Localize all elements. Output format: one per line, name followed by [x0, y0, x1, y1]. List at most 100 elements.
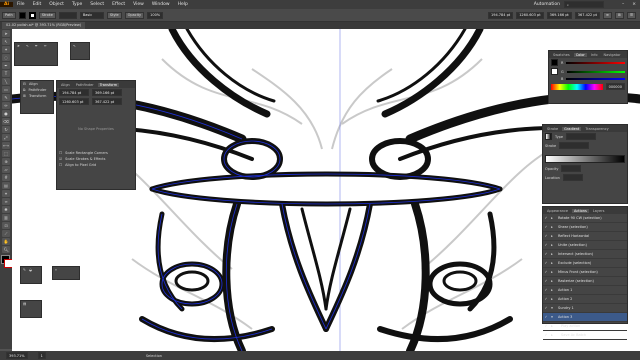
list-item[interactable]: ✓ ▾ Action 3	[543, 313, 627, 322]
list-item[interactable]: ✓ ▸ Minus Front (selection)	[543, 268, 627, 277]
line-tool-icon[interactable]: ╲	[2, 78, 10, 85]
transform-icon[interactable]: ⊞	[614, 11, 624, 19]
list-item[interactable]: ✓ ▸ Unite (selection)	[543, 241, 627, 250]
gradient-type-select[interactable]	[566, 133, 597, 140]
menu-file[interactable]: File	[13, 2, 29, 7]
tab-align[interactable]: Align	[59, 83, 72, 87]
selection-tool-icon[interactable]: ➤	[2, 30, 10, 37]
menu-help[interactable]: Help	[174, 2, 192, 7]
pencil-tool-icon[interactable]: ✏	[44, 44, 47, 48]
tab-stroke[interactable]: Stroke	[545, 127, 560, 131]
transform-y-field[interactable]: 1260.603 pt	[59, 98, 89, 105]
selection-tool-icon[interactable]: ➤	[17, 44, 20, 48]
pencil-tool-icon[interactable]: ✏	[2, 102, 10, 109]
list-item[interactable]: ✓ ▸ Shear (selection)	[543, 223, 627, 232]
checkbox-icon[interactable]: ☐	[59, 151, 62, 155]
tab-layers[interactable]: Layers	[591, 209, 607, 213]
tab-color[interactable]: Color	[573, 52, 587, 57]
stroke-weight-field[interactable]	[58, 11, 77, 19]
tab-swatches[interactable]: Swatches	[551, 53, 572, 57]
list-item[interactable]: ✓ ▸ Reflect Horizontal	[543, 232, 627, 241]
artboard-navigation[interactable]: 1	[37, 352, 46, 359]
checkbox-icon[interactable]: ☑	[59, 157, 62, 161]
search-input[interactable]: ⌕	[563, 1, 604, 8]
magic-wand-tool-icon[interactable]: ✦	[2, 46, 10, 53]
menu-icon[interactable]: ☰	[626, 11, 636, 19]
layers-icon[interactable]: ▤	[23, 302, 26, 306]
slice-tool-icon[interactable]: ⟋	[2, 230, 10, 237]
width-tool-icon[interactable]: ⟷	[2, 142, 10, 149]
tab-transparency[interactable]: Transparency	[583, 127, 610, 131]
menu-object[interactable]: Object	[45, 2, 68, 7]
direct-selection-tool-icon[interactable]: ↖	[2, 38, 10, 45]
menu-view[interactable]: View	[129, 2, 148, 7]
list-item[interactable]: ✓ ▸ Rotate 90 CW (selection)	[543, 214, 627, 223]
blue-slider[interactable]	[566, 78, 625, 80]
blob-icon[interactable]: ◒	[29, 268, 32, 272]
blob-brush-tool-icon[interactable]: ●	[2, 110, 10, 117]
eyedropper-icon[interactable]: ⌖	[55, 268, 57, 272]
red-slider[interactable]	[566, 61, 625, 64]
list-item[interactable]: ✓ ▸ Action 1	[543, 286, 627, 295]
type-tool-icon[interactable]: T	[2, 70, 10, 77]
tab-navigator[interactable]: Navigator	[602, 53, 623, 57]
option-pixel-grid[interactable]: ☐ Align to Pixel Grid	[57, 162, 135, 168]
fill-swatch[interactable]	[18, 11, 26, 19]
fill-color-icon[interactable]	[551, 59, 558, 66]
minimize-button[interactable]: –	[618, 2, 628, 7]
brush-icon[interactable]: ✎	[23, 268, 26, 272]
close-icon[interactable]: ×	[628, 2, 640, 7]
mesh-tool-icon[interactable]: #	[2, 174, 10, 181]
tab-actions[interactable]: Actions	[572, 208, 589, 213]
fill-stroke-widget[interactable]	[1, 255, 13, 268]
gradient-location-field[interactable]	[562, 174, 583, 181]
transform-w-field[interactable]: 369.166 pt	[92, 89, 122, 96]
shape-builder-tool-icon[interactable]: ⊕	[2, 158, 10, 165]
menu-edit[interactable]: Edit	[29, 2, 46, 7]
stroke-color-icon[interactable]	[551, 68, 558, 75]
list-item[interactable]: ✓ ▸ Action 2	[543, 295, 627, 304]
color-spectrum[interactable]	[551, 83, 603, 90]
perspective-tool-icon[interactable]: ▱	[2, 166, 10, 173]
transform-x-field[interactable]: 194.784 pt	[59, 89, 89, 96]
pen-tool-icon[interactable]: ✒	[35, 44, 38, 48]
gradient-slider[interactable]	[545, 155, 625, 163]
menu-effect[interactable]: Effect	[108, 2, 129, 7]
gradient-stroke-select[interactable]	[559, 142, 590, 149]
list-item[interactable]: ✓ ▸ Save Ac Batch	[543, 331, 627, 340]
h-field[interactable]: 367.422 pt	[574, 11, 600, 19]
opacity-field[interactable]: 100%	[147, 11, 164, 19]
gradient-tool-icon[interactable]: ▤	[2, 182, 10, 189]
graph-tool-icon[interactable]: ▥	[2, 214, 10, 221]
menu-select[interactable]: Select	[86, 2, 108, 7]
x-field[interactable]: 194.784 pt	[488, 11, 514, 19]
pen-tool-icon[interactable]: ✒	[2, 62, 10, 69]
document-tab[interactable]: 02-02 polish.ai* @ 393.71% (RGB/Preview)	[2, 22, 86, 29]
eraser-tool-icon[interactable]: ⌫	[2, 118, 10, 125]
brush-definition[interactable]: Basic	[79, 11, 104, 19]
tab-transform[interactable]: Transform	[97, 82, 120, 87]
align-icon[interactable]: ≡	[602, 11, 612, 19]
direct-selection-tool-icon[interactable]: ↖	[26, 44, 29, 48]
rectangle-tool-icon[interactable]: ▭	[2, 86, 10, 93]
direct-selection-tool-icon[interactable]: ↖	[73, 44, 76, 48]
tab-appearance[interactable]: Appearance	[545, 209, 570, 213]
zoom-tool-icon[interactable]: 🔍︎	[2, 246, 10, 253]
scale-tool-icon[interactable]: ⤢	[2, 134, 10, 141]
eyedropper-tool-icon[interactable]: ⌖	[2, 190, 10, 197]
w-field[interactable]: 369.166 pt	[546, 11, 572, 19]
hand-tool-icon[interactable]: ✋	[2, 238, 10, 245]
transform-h-field[interactable]: 367.422 pt	[92, 98, 122, 105]
blend-tool-icon[interactable]: ∞	[2, 198, 10, 205]
hex-field[interactable]: 000000	[605, 83, 625, 90]
paintbrush-tool-icon[interactable]: ✎	[2, 94, 10, 101]
lasso-tool-icon[interactable]: ◌	[2, 54, 10, 61]
artboard-tool-icon[interactable]: ⊡	[2, 222, 10, 229]
menu-window[interactable]: Window	[148, 2, 174, 7]
symbol-sprayer-tool-icon[interactable]: ✺	[2, 206, 10, 213]
tab-info[interactable]: Info	[589, 53, 600, 57]
free-transform-tool-icon[interactable]: ⬚	[2, 150, 10, 157]
list-item[interactable]: ✓ ▾ Sundry 1	[543, 304, 627, 313]
gradient-swatch[interactable]	[545, 133, 552, 140]
list-item[interactable]: ✓ ▸ Intersect (selection)	[543, 250, 627, 259]
